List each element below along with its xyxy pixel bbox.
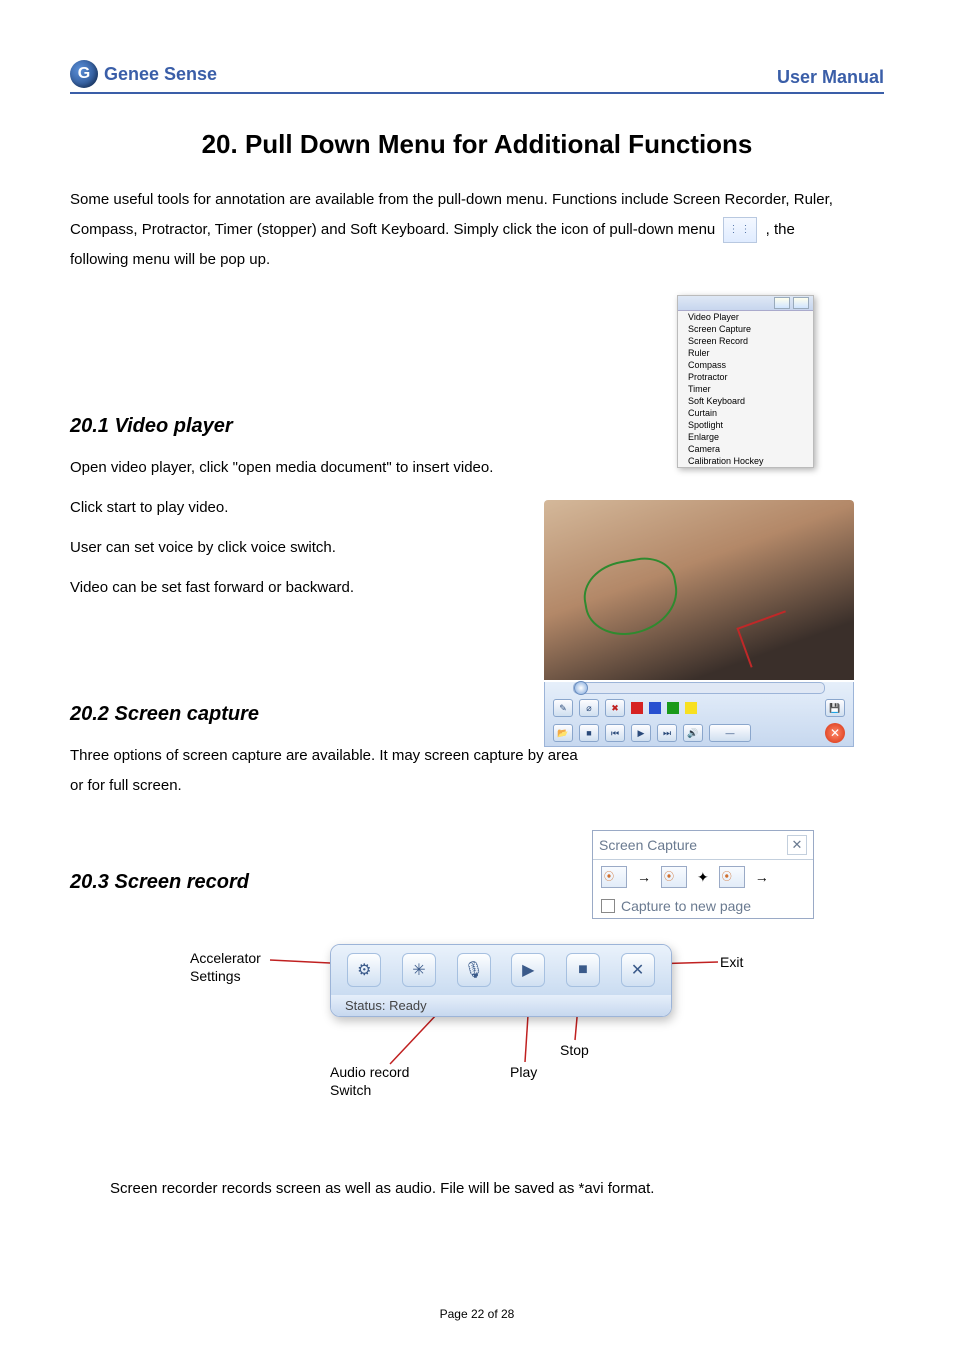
close-icon[interactable]: ✕ xyxy=(825,723,845,743)
capture-mode-1-icon[interactable] xyxy=(601,866,627,888)
color-yellow[interactable] xyxy=(685,702,697,714)
intro-line2b: , the xyxy=(766,221,795,238)
dropdown-item[interactable]: Video Player xyxy=(678,311,813,323)
label-exit: Exit xyxy=(720,954,743,970)
sc-footer-text: Capture to new page xyxy=(621,898,751,914)
arrow-icon: ✦ xyxy=(697,869,709,886)
play-icon[interactable]: ▶ xyxy=(631,724,651,742)
volume-icon[interactable]: 🔊 xyxy=(683,724,703,742)
brand-text: Genee Sense xyxy=(104,64,217,85)
volume-slider[interactable]: — xyxy=(709,724,751,742)
annotate-icon[interactable]: ✎ xyxy=(553,699,573,717)
screen-recorder-toolbar: ⚙ ✳ 🎙 ▶ ■ ✕ Status: Ready xyxy=(330,944,672,1017)
open-media-icon[interactable]: 📂 xyxy=(553,724,573,742)
exit-icon[interactable]: ✕ xyxy=(621,953,655,987)
intro-paragraph: Some useful tools for annotation are ava… xyxy=(70,185,884,275)
screen-record-diagram: Accelerator Settings Exit Audio record S… xyxy=(70,924,884,1124)
header-right: User Manual xyxy=(777,67,884,88)
p-20-1-1: Open video player, click "open media doc… xyxy=(70,453,540,483)
brand: G Genee Sense xyxy=(70,60,217,88)
cancel-icon[interactable]: ✖ xyxy=(605,699,625,717)
scrub-handle[interactable] xyxy=(574,681,588,695)
scrub-bar[interactable] xyxy=(573,682,825,694)
color-red[interactable] xyxy=(631,702,643,714)
capture-mode-2-icon[interactable] xyxy=(661,866,687,888)
brand-logo-icon: G xyxy=(70,60,98,88)
label-audio: Audio record xyxy=(330,1064,409,1080)
screen-capture-figure: Screen Capture ✕ → ✦ → Capture to new pa… xyxy=(592,830,814,919)
stop-icon[interactable]: ■ xyxy=(566,953,600,987)
close-icon[interactable]: ✕ xyxy=(787,835,807,855)
stop-icon[interactable]: ■ xyxy=(579,724,599,742)
label-play: Play xyxy=(510,1064,537,1080)
dropdown-item[interactable]: Timer xyxy=(678,383,813,395)
dropdown-item[interactable]: Calibration Hockey xyxy=(678,455,813,467)
play-icon[interactable]: ▶ xyxy=(511,953,545,987)
dropdown-menu-figure: Video Player Screen Capture Screen Recor… xyxy=(677,295,814,468)
dropdown-header xyxy=(678,296,813,311)
capture-mode-3-icon[interactable] xyxy=(719,866,745,888)
label-accelerator: Accelerator xyxy=(190,950,261,966)
accelerator-icon[interactable]: ⚙ xyxy=(347,953,381,987)
page-header: G Genee Sense User Manual xyxy=(70,60,884,94)
audio-switch-icon[interactable]: 🎙 xyxy=(457,953,491,987)
p-20-2-1: Three options of screen capture are avai… xyxy=(70,741,580,801)
dropdown-item[interactable]: Screen Capture xyxy=(678,323,813,335)
dropdown-item[interactable]: Screen Record xyxy=(678,335,813,347)
recorder-status: Status: Ready xyxy=(331,995,671,1016)
dropdown-item[interactable]: Camera xyxy=(678,443,813,455)
dropdown-item[interactable]: Curtain xyxy=(678,407,813,419)
prev-icon[interactable]: ⏮ xyxy=(605,724,625,742)
p-20-1-3: User can set voice by click voice switch… xyxy=(70,533,540,563)
dropdown-item[interactable]: Ruler xyxy=(678,347,813,359)
color-blue[interactable] xyxy=(649,702,661,714)
arrow-icon: → xyxy=(755,869,769,885)
dropdown-item[interactable]: Soft Keyboard xyxy=(678,395,813,407)
arrow-icon: → xyxy=(637,869,651,885)
page-title: 20. Pull Down Menu for Additional Functi… xyxy=(70,129,884,160)
label-switch: Switch xyxy=(330,1082,371,1098)
p-20-1-4: Video can be set fast forward or backwar… xyxy=(70,573,540,603)
intro-line3: following menu will be pop up. xyxy=(70,251,270,268)
dropdown-item[interactable]: Protractor xyxy=(678,371,813,383)
dropdown-header-chip xyxy=(793,297,809,309)
video-controls: ✎ ⌀ ✖ 💾 📂 ■ ⏮ ▶ ⏭ 🔊 — ✕ xyxy=(544,682,854,747)
page-footer: Page 22 of 28 xyxy=(0,1307,954,1321)
p-20-3-note: Screen recorder records screen as well a… xyxy=(110,1180,654,1197)
dropdown-item[interactable]: Spotlight xyxy=(678,419,813,431)
sc-title-text: Screen Capture xyxy=(599,837,697,853)
capture-new-page-checkbox[interactable] xyxy=(601,899,615,913)
p-20-1-2: Click start to play video. xyxy=(70,493,540,523)
dropdown-item[interactable]: Compass xyxy=(678,359,813,371)
dropdown-header-chip xyxy=(774,297,790,309)
next-icon[interactable]: ⏭ xyxy=(657,724,677,742)
label-stop: Stop xyxy=(560,1042,589,1058)
erase-icon[interactable]: ⌀ xyxy=(579,699,599,717)
label-settings: Settings xyxy=(190,968,241,984)
settings-icon[interactable]: ✳ xyxy=(402,953,436,987)
video-screen xyxy=(544,500,854,680)
video-player-figure: ✎ ⌀ ✖ 💾 📂 ■ ⏮ ▶ ⏭ 🔊 — ✕ xyxy=(544,500,854,747)
color-green[interactable] xyxy=(667,702,679,714)
pulldown-menu-icon xyxy=(723,217,757,243)
save-icon[interactable]: 💾 xyxy=(825,699,845,717)
intro-line1: Some useful tools for annotation are ava… xyxy=(70,191,833,208)
intro-line2a: Compass, Protractor, Timer (stopper) and… xyxy=(70,221,719,238)
dropdown-item[interactable]: Enlarge xyxy=(678,431,813,443)
